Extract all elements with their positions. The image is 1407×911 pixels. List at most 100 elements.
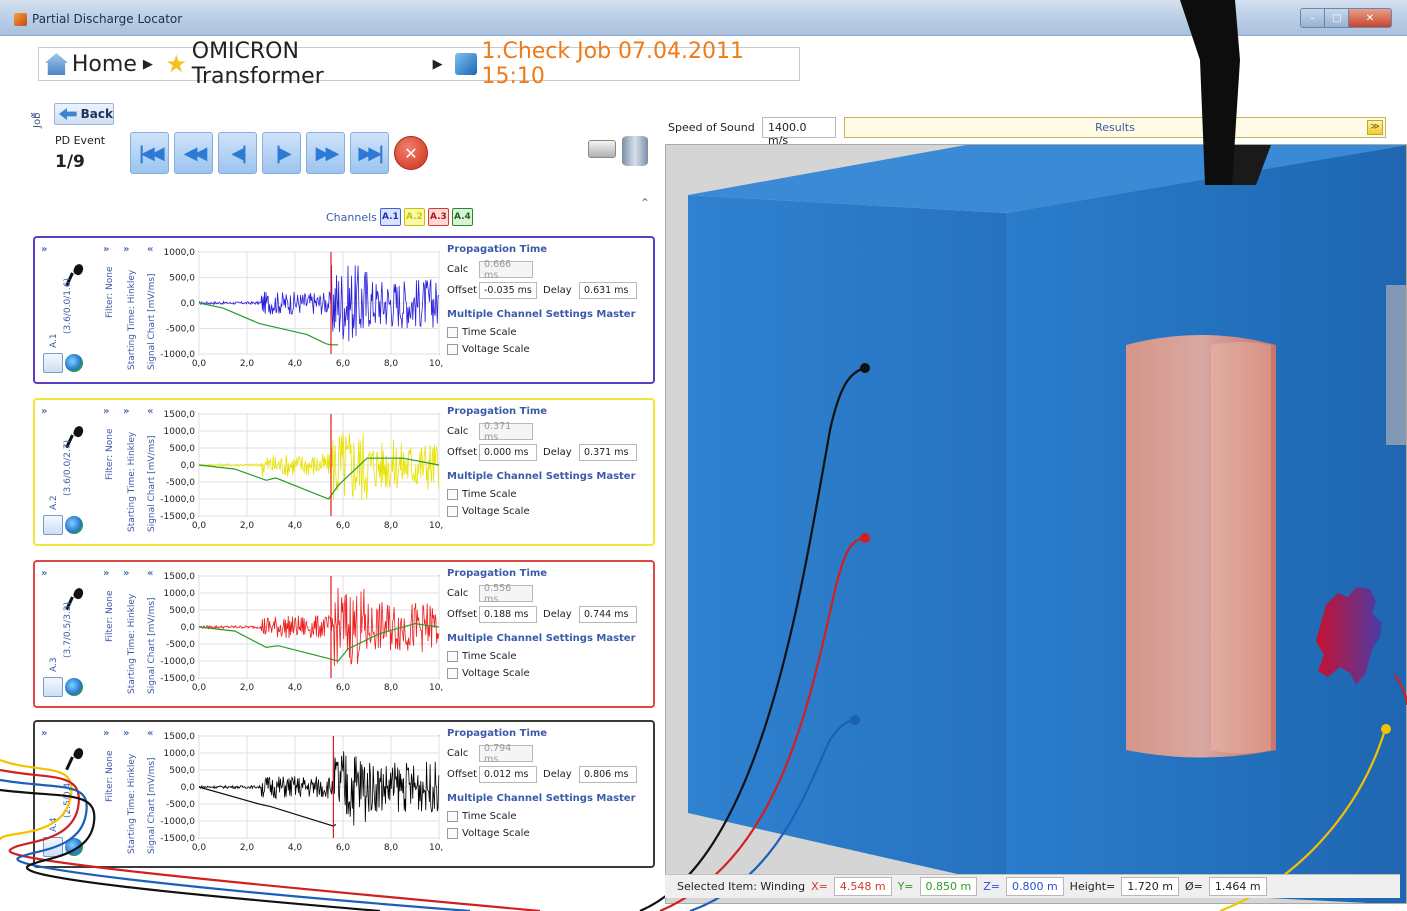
breadcrumb-job[interactable]: 1.Check Job 07.04.2011 15:10 [481, 39, 799, 89]
expand-icon[interactable]: » [123, 728, 129, 739]
checkbox-icon[interactable] [447, 651, 458, 662]
signal-chart: 1500,0 1000,0 500,0 0,0 -500,0 -1000,0 -1500,0… [160, 410, 443, 531]
checkbox-icon[interactable] [447, 828, 458, 839]
time-scale-checkbox[interactable]: Time Scale [447, 325, 647, 340]
sensor-position: (3.6/0.0/1.6) [63, 277, 73, 334]
diameter-value[interactable]: 1.464 m [1208, 877, 1267, 896]
time-scale-checkbox[interactable]: Time Scale [447, 487, 647, 502]
globe-icon[interactable] [65, 838, 83, 856]
x-tick-label: 2,0 [240, 359, 255, 369]
minimize-button[interactable]: – [1301, 9, 1325, 27]
breadcrumb-separator-1: ▶ [142, 56, 153, 72]
checkbox-icon[interactable] [447, 489, 458, 500]
channel-button-a2[interactable]: A.2 [403, 208, 425, 226]
offset-field[interactable]: 0.012 ms [479, 766, 537, 783]
expand-icon[interactable]: » [103, 244, 109, 255]
offset-field[interactable]: 0.188 ms [479, 606, 537, 623]
collapse-up-icon[interactable]: ⌃ [640, 196, 650, 210]
expand-icon[interactable]: » [123, 244, 129, 255]
dropdown-chevron-icon[interactable]: ≫ [1367, 120, 1383, 135]
expand-icon[interactable]: » [41, 244, 47, 255]
voltage-scale-label: Voltage Scale [462, 506, 530, 517]
expand-icon[interactable]: » [123, 406, 129, 417]
step-back-button[interactable]: ◀| [218, 132, 257, 174]
expand-icon[interactable]: » [123, 568, 129, 579]
time-scale-checkbox[interactable]: Time Scale [447, 809, 647, 824]
home-icon[interactable] [45, 53, 68, 75]
3d-view[interactable] [665, 144, 1407, 904]
close-icon: ✕ [404, 143, 418, 163]
globe-icon[interactable] [65, 678, 83, 696]
x-value[interactable]: 4.548 m [833, 877, 892, 896]
y-tick-label: 1500,0 [164, 572, 196, 582]
delay-field[interactable]: 0.744 ms [579, 606, 637, 623]
propagation-title: Propagation Time [447, 728, 548, 739]
voltage-scale-checkbox[interactable]: Voltage Scale [447, 826, 647, 841]
y-tick-label: -1000,0 [160, 350, 195, 360]
channel-button-a3[interactable]: A.3 [427, 208, 449, 226]
voltage-scale-checkbox[interactable]: Voltage Scale [447, 666, 647, 681]
expand-icon[interactable]: » [41, 568, 47, 579]
delay-field[interactable]: 0.631 ms [579, 282, 637, 299]
propagation-title: Propagation Time [447, 244, 548, 255]
voltage-scale-checkbox[interactable]: Voltage Scale [447, 342, 647, 357]
globe-icon[interactable] [65, 354, 83, 372]
channel-button-a1[interactable]: A.1 [379, 208, 401, 226]
database-icon[interactable] [622, 136, 648, 166]
expand-icon[interactable]: » [41, 728, 47, 739]
status-bar: Selected Item: Winding X= 4.548 m Y= 0.8… [665, 874, 1400, 898]
close-window-button[interactable]: ✕ [1347, 9, 1391, 27]
expand-icon[interactable]: » [41, 406, 47, 417]
propagation-title: Propagation Time [447, 406, 548, 417]
breadcrumb-transformer[interactable]: OMICRON Transformer [192, 39, 427, 89]
voltage-scale-checkbox[interactable]: Voltage Scale [447, 504, 647, 519]
checkbox-icon[interactable] [447, 327, 458, 338]
speed-of-sound-input[interactable]: 1400.0 m/s [762, 117, 836, 147]
expand-icon[interactable]: » [103, 728, 109, 739]
event-navigation: |◀◀ ◀◀ ◀| |▶ ▶▶ ▶▶| ✕ [130, 132, 428, 174]
zoom-chart-icon[interactable] [43, 837, 63, 857]
checkbox-icon[interactable] [447, 668, 458, 679]
checkbox-icon[interactable] [447, 344, 458, 355]
fast-forward-button[interactable]: ▶▶ [306, 132, 345, 174]
star-icon[interactable]: ★ [165, 52, 188, 76]
z-value[interactable]: 0.800 m [1005, 877, 1064, 896]
step-forward-button[interactable]: |▶ [262, 132, 301, 174]
channel-name: A.2 [49, 495, 59, 510]
offset-field[interactable]: 0.000 ms [479, 444, 537, 461]
pd-event-label: PD Event [55, 134, 106, 147]
view-toolbar: Speed of Sound 1400.0 m/s Results ≫ [664, 116, 1390, 147]
first-event-button[interactable]: |◀◀ [130, 132, 169, 174]
zoom-chart-icon[interactable] [43, 677, 63, 697]
starting-time-label: Starting Time: Hinkley [127, 593, 137, 694]
channel-panel: » » » « A.4 (2.5/0.4/ Filter: None Start… [33, 720, 655, 868]
expand-icon[interactable]: » [103, 568, 109, 579]
time-scale-checkbox[interactable]: Time Scale [447, 649, 647, 664]
x-tick-label: 8,0 [384, 843, 399, 853]
globe-icon[interactable] [65, 516, 83, 534]
checkbox-icon[interactable] [447, 506, 458, 517]
channel-button-a4[interactable]: A.4 [451, 208, 473, 226]
cube-icon[interactable] [454, 53, 478, 75]
filter-label: Filter: None [105, 428, 115, 480]
zoom-chart-icon[interactable] [43, 353, 63, 373]
delay-field[interactable]: 0.371 ms [579, 444, 637, 461]
save-disk-icon[interactable] [588, 140, 616, 158]
offset-field[interactable]: -0.035 ms [479, 282, 537, 299]
breadcrumb-home[interactable]: Home [72, 52, 137, 77]
x-tick-label: 2,0 [240, 843, 255, 853]
y-tick-label: 500,0 [169, 444, 195, 454]
rewind-button[interactable]: ◀◀ [174, 132, 213, 174]
results-dropdown[interactable]: Results ≫ [844, 117, 1386, 138]
last-event-button[interactable]: ▶▶| [350, 132, 389, 174]
maximize-button[interactable]: □ [1324, 9, 1348, 27]
y-value[interactable]: 0.850 m [919, 877, 978, 896]
height-value[interactable]: 1.720 m [1121, 877, 1179, 896]
delete-event-button[interactable]: ✕ [394, 136, 428, 170]
y-tick-label: 1000,0 [164, 427, 196, 437]
back-button[interactable]: Back [54, 103, 114, 125]
delay-field[interactable]: 0.806 ms [579, 766, 637, 783]
expand-icon[interactable]: » [103, 406, 109, 417]
zoom-chart-icon[interactable] [43, 515, 63, 535]
checkbox-icon[interactable] [447, 811, 458, 822]
